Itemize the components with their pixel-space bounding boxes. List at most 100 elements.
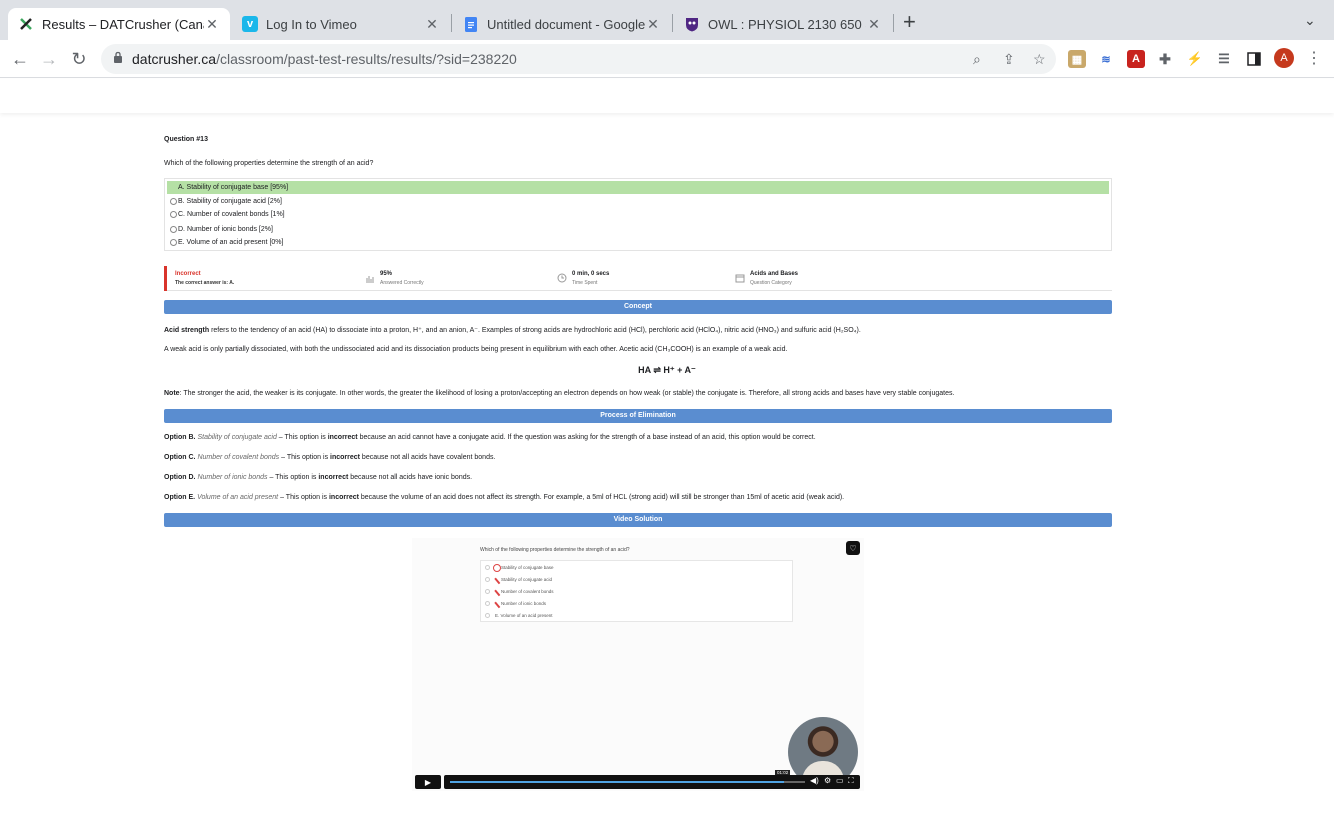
- verdict: incorrect: [330, 454, 360, 461]
- video-option: Stability of conjugate base: [501, 565, 554, 570]
- close-tab-icon[interactable]: ✕: [866, 16, 882, 33]
- play-icon[interactable]: ▶: [415, 775, 441, 789]
- calendar-icon: [735, 274, 745, 283]
- audio-wave-extension-icon[interactable]: ≋: [1097, 50, 1115, 68]
- text: because not all acids have covalent bond…: [359, 454, 496, 461]
- category-label: Question Category: [750, 280, 792, 286]
- tab-datcrusher[interactable]: Results – DATCrusher (Canadia ✕: [8, 8, 230, 40]
- option-b[interactable]: B. Stability of conjugate acid [2%]: [167, 195, 1109, 208]
- text: – This option is: [267, 474, 319, 481]
- percent-stat: 95% Answered Correctly: [366, 271, 424, 286]
- option-label: Option B.: [164, 434, 196, 441]
- pip-icon[interactable]: ▭: [836, 776, 844, 785]
- tab-divider: [451, 14, 452, 32]
- profile-avatar[interactable]: A: [1274, 48, 1294, 68]
- result-stats: Incorrect The correct answer is: A. 95% …: [164, 266, 1112, 291]
- verdict: incorrect: [318, 474, 349, 481]
- fullscreen-icon[interactable]: ⛶: [848, 776, 854, 786]
- like-heart-icon[interactable]: ♡: [846, 541, 860, 555]
- option-d[interactable]: D. Number of ionic bonds [2%]: [167, 223, 1109, 236]
- radio-icon: [485, 565, 490, 570]
- video-option: E. Volume of an acid present: [495, 613, 553, 618]
- video-solution-header: Video Solution: [164, 513, 1112, 527]
- video-player[interactable]: Which of the following properties determ…: [412, 538, 864, 791]
- option-label: E. Volume of an acid present [0%]: [178, 239, 284, 246]
- zoom-icon[interactable]: ⌕: [973, 51, 981, 68]
- correct-answer-text: The correct answer is: A.: [175, 280, 235, 286]
- back-arrow-icon[interactable]: ←: [9, 48, 31, 70]
- text: because an acid cannot have a conjugate …: [357, 434, 816, 441]
- radio-icon: [170, 239, 177, 246]
- text: – This option is: [278, 494, 329, 501]
- concept-header: Concept: [164, 300, 1112, 314]
- vimeo-icon: v: [242, 16, 258, 32]
- time-label: Time Spent: [572, 280, 598, 286]
- result-indicator: [164, 266, 167, 291]
- bar-chart-icon: [366, 276, 374, 283]
- verdict: incorrect: [328, 494, 359, 501]
- percent-value: 95%: [380, 271, 393, 277]
- option-name: Volume of an acid present: [197, 494, 279, 501]
- question-text: Which of the following properties determ…: [164, 160, 374, 167]
- video-option: Stability of conjugate acid: [501, 577, 553, 582]
- elimination-option-c: Option C. Number of covalent bonds – Thi…: [164, 454, 495, 461]
- option-label: D. Number of ionic bonds [2%]: [178, 226, 273, 233]
- radio-icon: [170, 211, 177, 218]
- annotation-strike: [494, 601, 501, 608]
- forward-arrow-icon[interactable]: →: [38, 48, 60, 70]
- option-name: Number of ionic bonds: [197, 474, 268, 481]
- address-bar[interactable]: datcrusher.ca/classroom/past-test-result…: [101, 44, 1056, 74]
- concept-note: Note: The stronger the acid, the weaker …: [164, 390, 954, 397]
- option-label: A. Stability of conjugate base [95%]: [178, 184, 289, 191]
- concept-paragraph-2: A weak acid is only partially dissociate…: [164, 346, 788, 353]
- elimination-header: Process of Elimination: [164, 409, 1112, 423]
- new-tab-plus-icon[interactable]: +: [903, 10, 916, 34]
- progress-track[interactable]: [450, 781, 805, 783]
- verdict: incorrect: [327, 434, 358, 441]
- tab-vimeo[interactable]: v Log In to Vimeo ✕: [232, 8, 450, 40]
- side-panel-icon[interactable]: [1245, 50, 1263, 68]
- more-menu-icon[interactable]: ⋮: [1306, 48, 1322, 68]
- puzzle-extensions-icon[interactable]: ✚: [1156, 50, 1174, 68]
- url-path: /classroom/past-test-results/results/?si…: [216, 51, 517, 67]
- tab-title: Untitled document - Google Do: [487, 16, 645, 32]
- tab-search-chevron-icon[interactable]: ⌄: [1304, 12, 1316, 29]
- elimination-option-e: Option E. Volume of an acid present – Th…: [164, 494, 844, 501]
- tab-owl[interactable]: OWL : PHYSIOL 2130 650 SU2 ✕: [674, 8, 892, 40]
- elimination-option-d: Option D. Number of ionic bonds – This o…: [164, 474, 472, 481]
- browser-toolbar: ← → ↻ datcrusher.ca/classroom/past-test-…: [0, 40, 1334, 78]
- paragraph-text: refers to the tendency of an acid (HA) t…: [209, 327, 861, 334]
- tab-title: Results – DATCrusher (Canadia: [42, 16, 204, 32]
- option-label: Option D.: [164, 474, 196, 481]
- pdf-extension-icon[interactable]: A: [1127, 50, 1145, 68]
- text: – This option is: [276, 434, 328, 441]
- share-icon[interactable]: ⇪: [1003, 51, 1015, 68]
- option-a[interactable]: A. Stability of conjugate base [95%]: [167, 181, 1109, 194]
- option-e[interactable]: E. Volume of an acid present [0%]: [167, 236, 1109, 249]
- option-label: B. Stability of conjugate acid [2%]: [178, 198, 282, 205]
- url-text: datcrusher.ca/classroom/past-test-result…: [132, 51, 517, 67]
- option-c[interactable]: C. Number of covalent bonds [1%]: [167, 208, 1109, 221]
- category-stat: Acids and Bases Question Category: [735, 271, 798, 286]
- close-tab-icon[interactable]: ✕: [204, 16, 220, 33]
- reload-icon[interactable]: ↻: [68, 48, 90, 70]
- bookmark-star-icon[interactable]: ☆: [1033, 51, 1046, 68]
- close-tab-icon[interactable]: ✕: [645, 16, 661, 33]
- site-header: [0, 79, 1334, 113]
- percent-label: Answered Correctly: [380, 280, 424, 286]
- media-queue-icon[interactable]: ☰: [1215, 50, 1233, 68]
- video-option: Number of ionic bonds: [501, 601, 547, 606]
- volume-icon[interactable]: ◀): [810, 776, 819, 785]
- google-docs-icon: [463, 16, 479, 32]
- close-tab-icon[interactable]: ✕: [424, 16, 440, 33]
- tab-google-docs[interactable]: Untitled document - Google Do ✕: [453, 8, 671, 40]
- progress-fill: [450, 781, 784, 783]
- equilibrium-equation: HA ⇌ H⁺ + A⁻: [638, 365, 696, 375]
- calculator-extension-icon[interactable]: ▦: [1068, 50, 1086, 68]
- performance-icon[interactable]: ⚡: [1186, 50, 1204, 68]
- annotation-circle: [493, 564, 501, 572]
- annotation-strike: [494, 589, 501, 596]
- time-value: 0 min, 0 secs: [572, 271, 610, 277]
- settings-gear-icon[interactable]: ⚙: [824, 776, 831, 785]
- elimination-option-b: Option B. Stability of conjugate acid – …: [164, 434, 816, 441]
